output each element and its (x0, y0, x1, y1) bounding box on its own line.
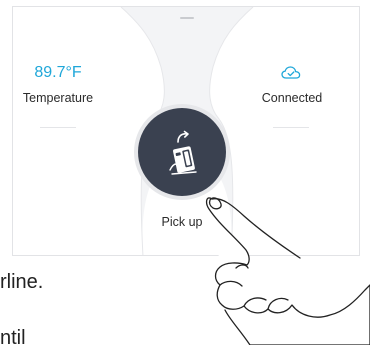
background-text-line-1: rline. (0, 271, 44, 293)
temperature-value: 89.7°F (34, 64, 82, 81)
background-text-line-2: ntil (0, 327, 26, 349)
temperature-label: Temperature (22, 91, 94, 105)
pick-up-robot-icon (169, 130, 197, 175)
cloud-check-icon (281, 66, 301, 79)
left-divider (40, 127, 76, 128)
right-divider (273, 127, 309, 128)
pickup-label: Pick up (161, 215, 203, 229)
drawer-handle[interactable] (180, 17, 194, 19)
connection-label: Connected (261, 91, 323, 105)
